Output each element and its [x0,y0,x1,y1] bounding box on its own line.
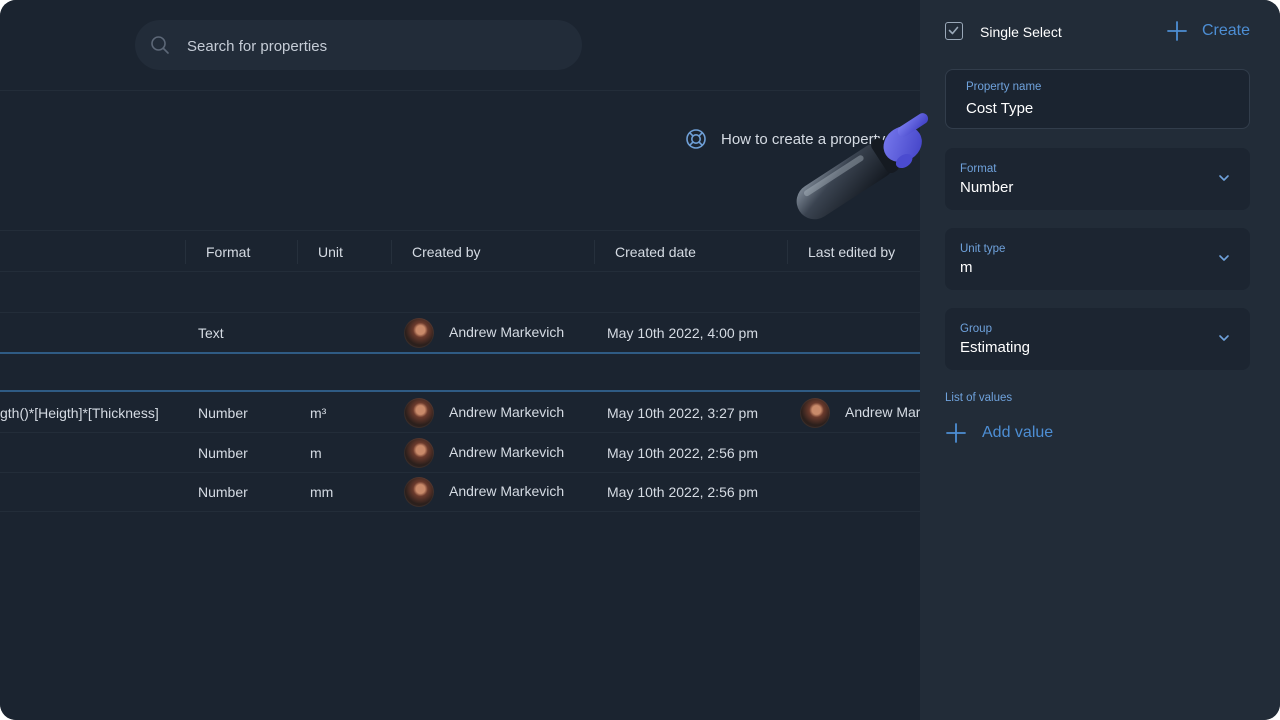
unit-type-select[interactable]: Unit type m [945,228,1250,290]
format-label: Format [960,163,997,175]
column-header-created-by[interactable]: Created by [412,244,480,260]
format-value: Number [960,179,1014,196]
group-select[interactable]: Group Estimating [945,308,1250,370]
cell-format: Text [198,325,224,341]
cell-created-date: May 10th 2022, 2:56 pm [607,484,758,500]
divider [0,90,920,91]
row-separator [0,352,920,354]
group-label: Group [960,323,992,335]
app-window: How to create a property Format Unit Cre… [0,0,1280,720]
cell-format: Number [198,405,248,421]
table-header-top-border [0,230,920,231]
add-value-button[interactable]: Add value [945,422,1053,444]
chevron-down-icon [1219,175,1229,181]
avatar [404,438,434,468]
list-of-values-label: List of values [945,392,1013,404]
column-separator [297,240,298,264]
column-separator [185,240,186,264]
plus-icon [1167,21,1187,41]
group-value: Estimating [960,339,1031,356]
plus-icon [946,423,966,443]
cell-created-date: May 10th 2022, 3:27 pm [607,405,758,421]
cell-unit: m³ [310,405,327,421]
avatar [404,398,434,428]
cell-created-by: Andrew Markevich [449,404,565,420]
search-bar[interactable] [135,20,582,72]
chevron-down-icon [1219,255,1229,261]
add-value-label: Add value [982,424,1054,441]
column-header-unit[interactable]: Unit [318,244,343,260]
cell-created-by: Andrew Markevich [449,444,565,460]
avatar [404,318,434,348]
property-type-label: Single Select [980,24,1062,40]
column-separator [391,240,392,264]
unit-type-value: m [960,259,973,276]
column-header-created-date[interactable]: Created date [615,244,696,260]
cell-created-by: Andrew Markevich [449,483,565,499]
cell-format: Number [198,484,248,500]
cell-last-edited-by: Andrew Mar [845,404,921,420]
cell-formula: gth()*[Heigth]*[Thickness] [0,405,159,421]
avatar [404,477,434,507]
table-header-bottom-border [0,271,920,272]
property-name-label: Property name [966,81,1042,93]
cell-created-date: May 10th 2022, 4:00 pm [607,325,758,341]
column-header-format[interactable]: Format [206,244,250,260]
format-select[interactable]: Format Number [945,148,1250,210]
avatar [800,398,830,428]
unit-type-label: Unit type [960,243,1006,255]
property-name-field[interactable]: Property name Cost Type [945,69,1250,129]
chevron-down-icon [1219,335,1229,341]
group-divider [0,312,920,313]
column-header-last-edited-by[interactable]: Last edited by [808,244,895,260]
search-icon [151,36,169,54]
pointing-hand-icon [796,113,929,220]
create-button-label: Create [1202,22,1251,39]
cell-unit: mm [310,484,334,500]
row-divider [0,472,920,473]
property-name-value: Cost Type [966,100,1034,117]
cell-created-by: Andrew Markevich [449,324,565,340]
cell-created-date: May 10th 2022, 2:56 pm [607,445,758,461]
lifebuoy-icon [686,129,706,149]
column-separator [594,240,595,264]
search-input[interactable] [185,20,569,72]
create-button[interactable]: Create [1166,20,1250,42]
property-editor-panel: Single Select Create Property name Cost … [920,0,1280,720]
cell-unit: m [310,445,322,461]
row-separator [0,390,920,392]
check-icon [948,26,959,35]
column-separator [787,240,788,264]
cell-format: Number [198,445,248,461]
row-divider [0,432,920,433]
single-select-checkbox[interactable] [945,22,963,40]
row-divider [0,511,920,512]
